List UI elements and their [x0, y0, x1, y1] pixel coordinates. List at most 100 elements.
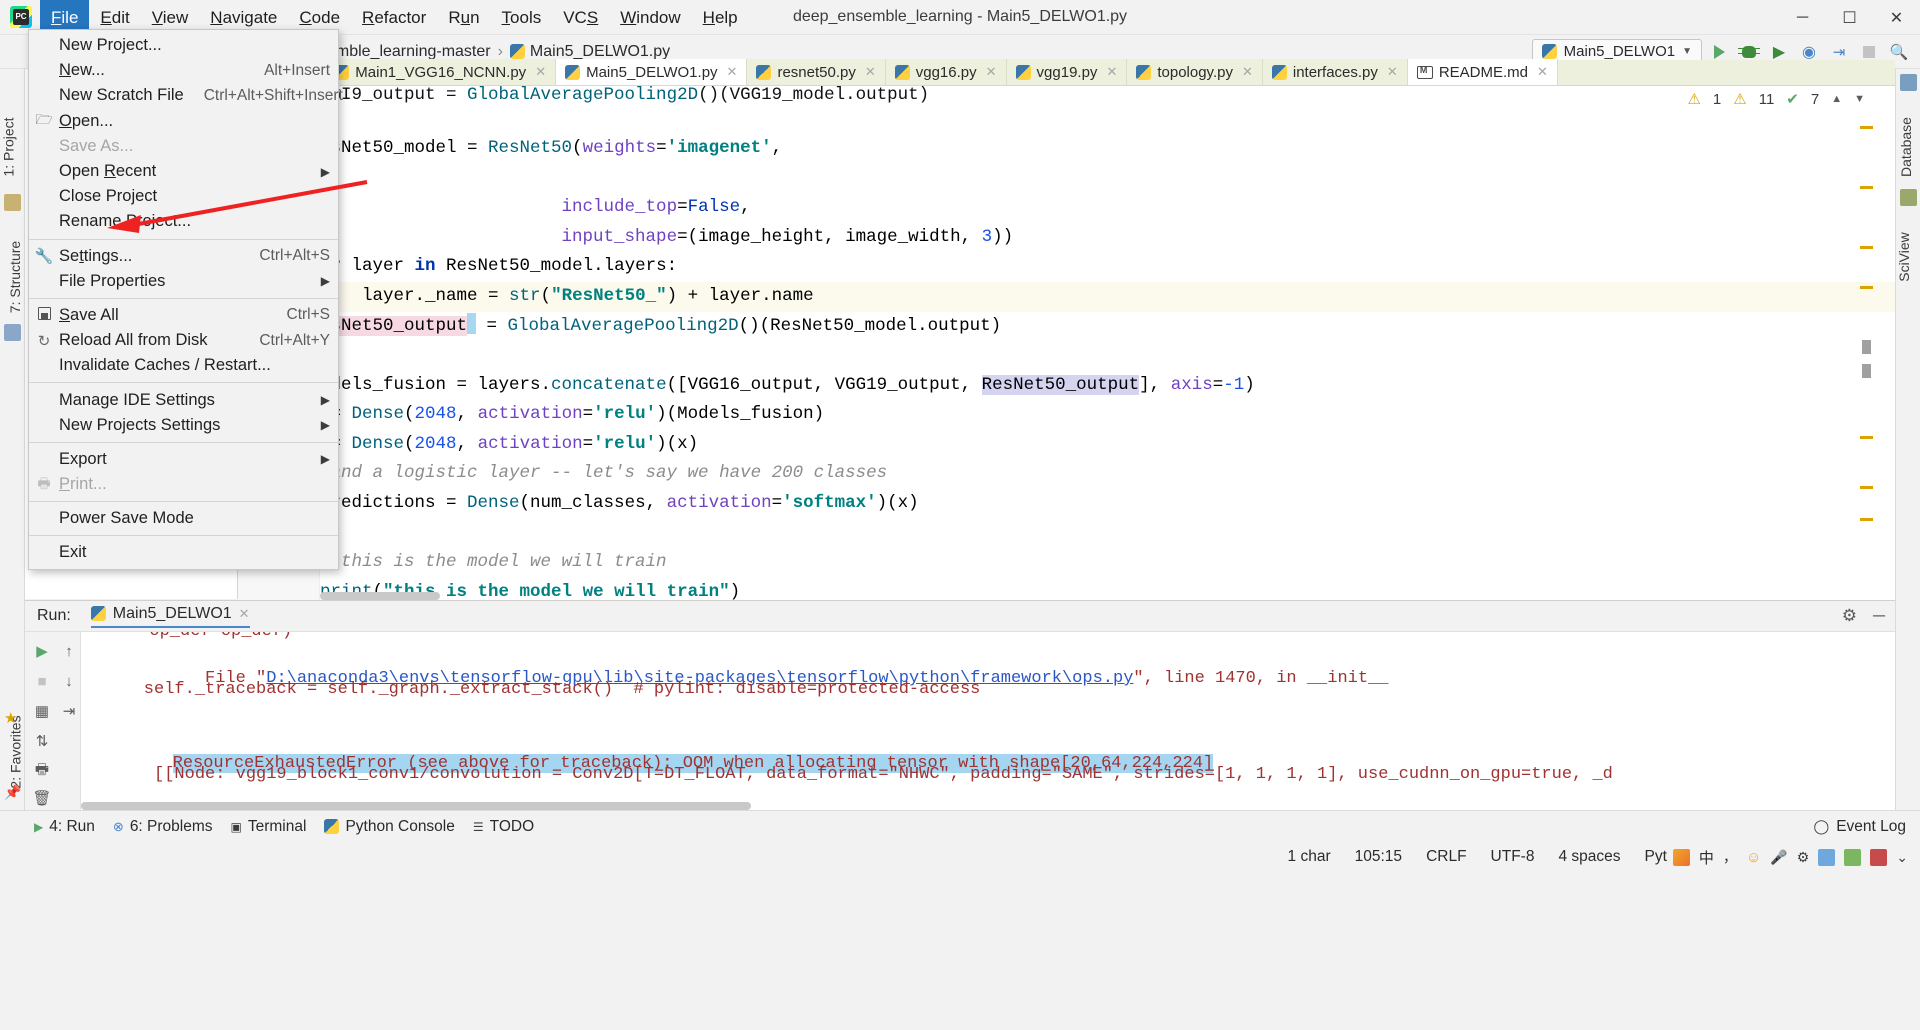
status-caret-position[interactable]: 105:15: [1355, 848, 1402, 866]
grid-icon[interactable]: [1818, 848, 1836, 866]
close-icon[interactable]: ✕: [1387, 64, 1398, 80]
scroll-up-icon[interactable]: ↑: [58, 640, 80, 662]
menu-item-manage-ide-settings[interactable]: Manage IDE Settings ▶: [29, 387, 338, 412]
menu-item-close-project[interactable]: Close Project: [29, 184, 338, 209]
menu-item-open-recent[interactable]: Open Recent ▶: [29, 159, 338, 184]
bottom-tab-python-console[interactable]: Python Console: [324, 818, 455, 836]
inspection-marker[interactable]: [1860, 126, 1873, 129]
status-bar[interactable]: 1 char 105:15 CRLF UTF-8 4 spaces Pyt 中 …: [0, 842, 1920, 872]
inspection-marker[interactable]: [1860, 486, 1873, 489]
menu-item-export[interactable]: Export ▶: [29, 447, 338, 472]
breadcrumb-file[interactable]: Main5_DELWO1.py: [509, 43, 670, 61]
status-indent[interactable]: 4 spaces: [1558, 848, 1620, 866]
mic-icon[interactable]: 🎤: [1770, 849, 1787, 866]
close-icon[interactable]: ✕: [865, 64, 876, 80]
console-output[interactable]: op_def=op_def) File "D:\anaconda3\envs\t…: [81, 632, 1895, 811]
menu-item-settings[interactable]: 🔧 Settings... Ctrl+Alt+S: [29, 244, 338, 269]
trash-icon[interactable]: 🗑: [31, 787, 53, 809]
minimize-button[interactable]: ─: [1779, 0, 1826, 35]
editor-tab-main5-delwo1[interactable]: Main5_DELWO1.py ✕: [556, 59, 748, 85]
editor-tab-bar[interactable]: G16.py✕ Main1_VGG16_NCNN.py✕ Main5_DELWO…: [238, 59, 1895, 86]
gear-icon[interactable]: ⚙: [1842, 606, 1857, 626]
run-side-toolbar[interactable]: ▶ ↑ ■ ↓ ▦ ⇥ ⇅ 🖶 🗑: [25, 632, 81, 811]
menu-item-new[interactable]: New... Alt+Insert: [29, 58, 338, 83]
sidebar-item-structure[interactable]: 7: Structure: [7, 241, 23, 313]
smiley-icon[interactable]: ☺: [1746, 849, 1761, 866]
menu-item-new-project[interactable]: New Project...: [29, 33, 338, 58]
close-icon[interactable]: ✕: [727, 64, 738, 80]
menu-item-reload-all-from-disk[interactable]: ↻ Reload All from Disk Ctrl+Alt+Y: [29, 328, 338, 353]
file-menu-popup[interactable]: New Project... New... Alt+Insert New Scr…: [28, 29, 343, 570]
status-encoding[interactable]: UTF-8: [1491, 848, 1535, 866]
filter-icon[interactable]: ⇅: [31, 730, 53, 752]
stop-icon[interactable]: ■: [31, 670, 53, 692]
chevron-up-icon[interactable]: ▲: [1831, 93, 1842, 105]
chinese-icon[interactable]: 中: [1699, 847, 1714, 868]
soft-wrap-icon[interactable]: ⇥: [58, 700, 80, 722]
bottom-tool-window-bar[interactable]: ▶ 4: Run ⊗ 6: Problems ▣ Terminal Python…: [0, 810, 1920, 842]
bottom-tab-terminal[interactable]: ▣ Terminal: [231, 818, 307, 836]
console-horizontal-scrollbar[interactable]: [81, 802, 751, 810]
menu-run[interactable]: Run: [437, 0, 490, 35]
menu-item-open[interactable]: 🗁 Open...: [29, 109, 338, 134]
printer-icon[interactable]: 🖶: [31, 760, 53, 782]
run-header-actions[interactable]: ⚙ ─: [1842, 606, 1885, 626]
scroll-down-icon[interactable]: ↓: [58, 670, 80, 692]
close-button[interactable]: ✕: [1873, 0, 1920, 35]
menu-vcs[interactable]: VCS: [552, 0, 609, 35]
editor-tab-main1-vgg16-ncnn[interactable]: Main1_VGG16_NCNN.py ✕: [325, 59, 557, 85]
pin-icon[interactable]: 📌: [4, 784, 21, 801]
menu-item-exit[interactable]: Exit: [29, 540, 338, 565]
inspection-widget[interactable]: ⚠ 1 ⚠ 11 ✔ 7 ▲ ▼: [1687, 90, 1865, 109]
more-icon[interactable]: ⌄: [1896, 849, 1908, 866]
inspection-marker[interactable]: [1860, 518, 1873, 521]
minimize-icon[interactable]: ─: [1873, 606, 1885, 626]
bottom-tab-problems[interactable]: ⊗ 6: Problems: [113, 818, 213, 836]
menu-item-invalidate-caches-restart[interactable]: Invalidate Caches / Restart...: [29, 353, 338, 378]
event-log-button[interactable]: ◯ Event Log: [1814, 818, 1906, 836]
menu-item-new-projects-settings[interactable]: New Projects Settings ▶: [29, 413, 338, 438]
inspection-marker[interactable]: [1860, 436, 1873, 439]
sidebar-item-database[interactable]: Database: [1898, 117, 1914, 177]
close-icon[interactable]: ✕: [1242, 64, 1253, 80]
menu-window[interactable]: Window: [609, 0, 691, 35]
scroll-thumb[interactable]: [1862, 340, 1871, 354]
rerun-icon[interactable]: ▶: [31, 640, 53, 662]
scroll-thumb[interactable]: [1862, 364, 1871, 378]
editor-tab-topology[interactable]: topology.py ✕: [1127, 59, 1263, 85]
sidebar-item-sciview[interactable]: SciView: [1896, 232, 1912, 282]
menu-tools[interactable]: Tools: [491, 0, 553, 35]
editor-tab-vgg19[interactable]: vgg19.py ✕: [1006, 59, 1128, 85]
flag-icon[interactable]: [1870, 848, 1888, 866]
run-tab-main5-delwo1[interactable]: Main5_DELWO1 ✕: [90, 605, 250, 628]
print-icon[interactable]: ▦: [31, 700, 53, 722]
star-icon[interactable]: ★: [4, 709, 21, 727]
close-icon[interactable]: ✕: [1537, 64, 1548, 80]
chevron-down-icon[interactable]: ▼: [1854, 93, 1865, 105]
close-icon[interactable]: ✕: [986, 64, 997, 80]
ime-icon[interactable]: [1672, 848, 1690, 866]
panel-icon[interactable]: [1844, 848, 1862, 866]
inspection-marker[interactable]: [1860, 246, 1873, 249]
menu-item-power-save-mode[interactable]: Power Save Mode: [29, 506, 338, 531]
menu-item-save-all[interactable]: Save All Ctrl+S: [29, 303, 338, 328]
menu-item-file-properties[interactable]: File Properties ▶: [29, 269, 338, 294]
menu-help[interactable]: Help: [692, 0, 749, 35]
editor-tab-resnet50[interactable]: resnet50.py ✕: [747, 59, 886, 85]
settings-icon[interactable]: ⚙: [1797, 849, 1810, 866]
editor-tab-readme[interactable]: README.md✕: [1407, 59, 1558, 85]
window-controls[interactable]: ─ ☐ ✕: [1779, 0, 1920, 35]
menu-item-new-scratch-file[interactable]: New Scratch File Ctrl+Alt+Shift+Insert: [29, 83, 343, 108]
inspection-marker[interactable]: [1860, 286, 1873, 289]
comma-icon[interactable]: ，: [1723, 847, 1737, 867]
status-line-separator[interactable]: CRLF: [1426, 848, 1466, 866]
editor-tab-interfaces[interactable]: interfaces.py ✕: [1262, 59, 1408, 85]
status-interpreter[interactable]: Pyt: [1645, 848, 1667, 866]
bottom-tab-run[interactable]: ▶ 4: Run: [34, 818, 95, 836]
close-icon[interactable]: ✕: [1106, 64, 1117, 80]
system-tray[interactable]: 中 ， ☺ 🎤 ⚙ ⌄: [1672, 847, 1908, 868]
menu-refactor[interactable]: Refactor: [351, 0, 437, 35]
sidebar-item-project[interactable]: 1: Project: [1, 117, 17, 176]
bottom-tab-todo[interactable]: ☰ TODO: [473, 818, 534, 836]
editor-horizontal-scrollbar[interactable]: [320, 592, 440, 600]
